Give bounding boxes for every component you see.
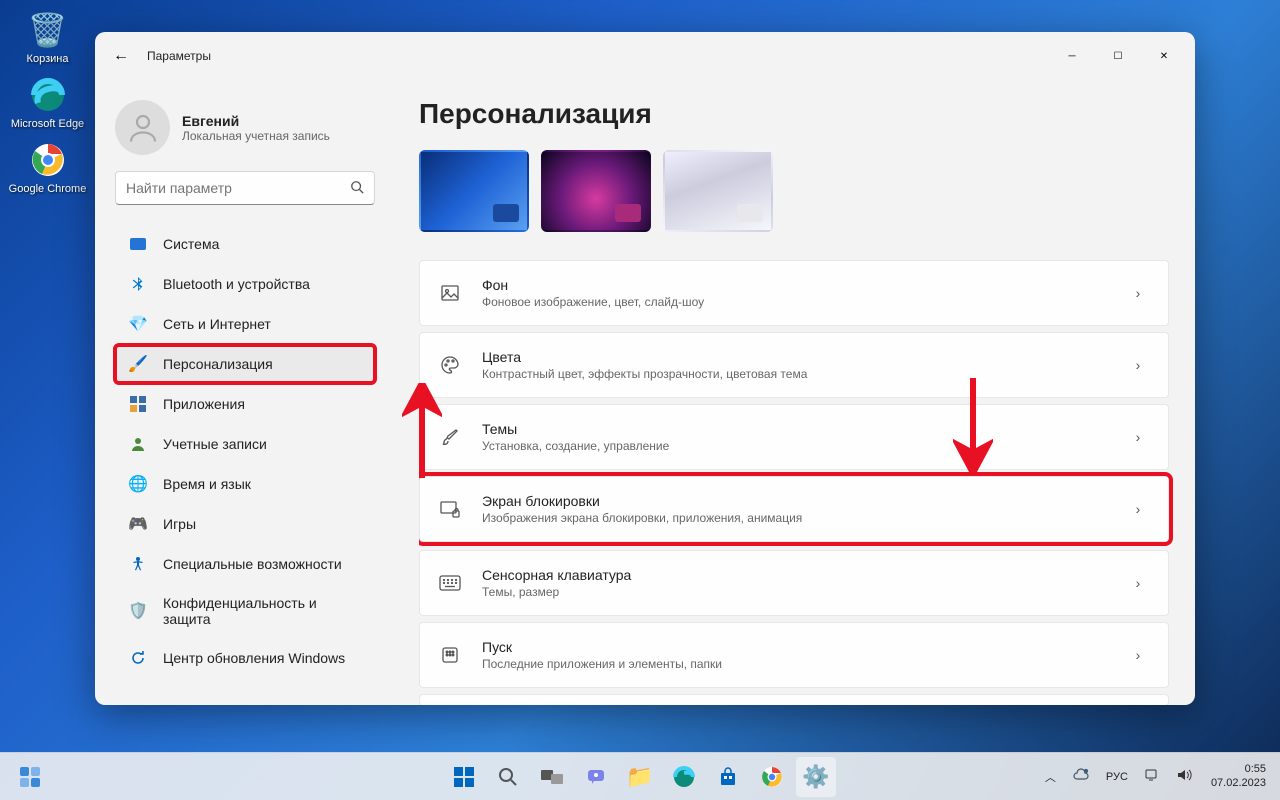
keyboard-icon bbox=[438, 571, 462, 595]
nav-personalization[interactable]: 🖌️ Персонализация bbox=[115, 345, 375, 383]
chrome-label: Google Chrome bbox=[9, 183, 87, 195]
edge-shortcut[interactable]: Microsoft Edge bbox=[0, 75, 95, 130]
chrome-shortcut[interactable]: Google Chrome bbox=[0, 140, 95, 195]
brush-icon bbox=[438, 425, 462, 449]
settings-tb-button[interactable]: ⚙️ bbox=[796, 757, 836, 797]
content-scroll[interactable]: Фон Фоновое изображение, цвет, слайд-шоу… bbox=[419, 150, 1191, 705]
palette-icon bbox=[438, 353, 462, 377]
network-icon: 💎 bbox=[129, 315, 147, 333]
tray-lang[interactable]: РУС bbox=[1101, 769, 1133, 785]
accounts-icon bbox=[129, 435, 147, 453]
sidebar: Евгений Локальная учетная запись Система… bbox=[95, 80, 395, 705]
start-icon bbox=[438, 643, 462, 667]
nav-time[interactable]: 🌐 Время и язык bbox=[115, 465, 375, 503]
user-block[interactable]: Евгений Локальная учетная запись bbox=[103, 92, 387, 171]
chat-button[interactable] bbox=[576, 757, 616, 797]
tray-chevron[interactable]: ︿ bbox=[1040, 767, 1061, 787]
chevron-right-icon: › bbox=[1126, 357, 1150, 373]
card-keyboard[interactable]: Сенсорная клавиатура Темы, размер › bbox=[419, 550, 1169, 616]
edge-tb-button[interactable] bbox=[664, 757, 704, 797]
card-partial[interactable] bbox=[419, 694, 1169, 705]
tray-network[interactable] bbox=[1139, 766, 1165, 787]
avatar bbox=[115, 100, 170, 155]
tray-onedrive[interactable] bbox=[1067, 766, 1095, 787]
nav-bluetooth[interactable]: Bluetooth и устройства bbox=[115, 265, 375, 303]
user-subtitle: Локальная учетная запись bbox=[182, 129, 330, 143]
nav-network[interactable]: 💎 Сеть и Интернет bbox=[115, 305, 375, 343]
chevron-right-icon: › bbox=[1126, 429, 1150, 445]
privacy-icon: 🛡️ bbox=[129, 602, 147, 620]
recycle-bin[interactable]: 🗑️ Корзина bbox=[0, 10, 95, 65]
personalize-icon: 🖌️ bbox=[129, 355, 147, 373]
nav-apps[interactable]: Приложения bbox=[115, 385, 375, 423]
start-button[interactable] bbox=[444, 757, 484, 797]
tray-volume[interactable] bbox=[1171, 766, 1197, 787]
content-area: Персонализация bbox=[395, 80, 1195, 705]
theme-thumbnails bbox=[419, 150, 1169, 232]
nav-gaming[interactable]: 🎮 Игры bbox=[115, 505, 375, 543]
image-icon bbox=[438, 281, 462, 305]
update-icon bbox=[129, 649, 147, 667]
nav-update[interactable]: Центр обновления Windows bbox=[115, 639, 375, 677]
theme-thumb-1[interactable] bbox=[419, 150, 529, 232]
chevron-right-icon: › bbox=[1126, 501, 1150, 517]
maximize-button[interactable]: ☐ bbox=[1095, 40, 1141, 72]
edge-label: Microsoft Edge bbox=[11, 118, 84, 130]
theme-thumb-2[interactable] bbox=[541, 150, 651, 232]
user-name: Евгений bbox=[182, 113, 330, 129]
trash-icon: 🗑️ bbox=[28, 10, 68, 50]
chevron-right-icon: › bbox=[1126, 647, 1150, 663]
search-box[interactable] bbox=[115, 171, 375, 205]
chevron-right-icon: › bbox=[1126, 285, 1150, 301]
chevron-right-icon: › bbox=[1126, 575, 1150, 591]
chrome-tb-button[interactable] bbox=[752, 757, 792, 797]
back-button[interactable]: ← bbox=[103, 38, 139, 74]
chrome-icon bbox=[28, 140, 68, 180]
edge-icon bbox=[28, 75, 68, 115]
card-themes[interactable]: Темы Установка, создание, управление › bbox=[419, 404, 1169, 470]
taskview-button[interactable] bbox=[532, 757, 572, 797]
card-start[interactable]: Пуск Последние приложения и элементы, па… bbox=[419, 622, 1169, 688]
store-button[interactable] bbox=[708, 757, 748, 797]
window-title: Параметры bbox=[147, 49, 211, 63]
page-title: Персонализация bbox=[419, 98, 1191, 130]
search-input[interactable] bbox=[126, 180, 350, 196]
bluetooth-icon bbox=[129, 275, 147, 293]
title-bar: ← Параметры ─ ☐ ✕ bbox=[95, 32, 1195, 80]
theme-thumb-3[interactable] bbox=[663, 150, 773, 232]
nav-system[interactable]: Система bbox=[115, 225, 375, 263]
card-lockscreen[interactable]: Экран блокировки Изображения экрана блок… bbox=[419, 476, 1169, 542]
gaming-icon: 🎮 bbox=[129, 515, 147, 533]
clock[interactable]: 0:55 07.02.2023 bbox=[1203, 763, 1274, 789]
minimize-button[interactable]: ─ bbox=[1049, 40, 1095, 72]
settings-window: ← Параметры ─ ☐ ✕ Евгений Локальная учет… bbox=[95, 32, 1195, 705]
search-icon bbox=[350, 180, 364, 197]
nav-accounts[interactable]: Учетные записи bbox=[115, 425, 375, 463]
explorer-button[interactable]: 📁 bbox=[620, 757, 660, 797]
close-button[interactable]: ✕ bbox=[1141, 40, 1187, 72]
nav-accessibility[interactable]: Специальные возможности bbox=[115, 545, 375, 583]
card-colors[interactable]: Цвета Контрастный цвет, эффекты прозрачн… bbox=[419, 332, 1169, 398]
recycle-label: Корзина bbox=[27, 53, 69, 65]
accessibility-icon bbox=[129, 555, 147, 573]
taskbar: 📁 ⚙️ ︿ РУС 0:55 07.02.2023 bbox=[0, 752, 1280, 800]
nav-privacy[interactable]: 🛡️ Конфиденциальность и защита bbox=[115, 585, 375, 637]
apps-icon bbox=[129, 395, 147, 413]
card-background[interactable]: Фон Фоновое изображение, цвет, слайд-шоу… bbox=[419, 260, 1169, 326]
lockscreen-icon bbox=[438, 497, 462, 521]
search-button[interactable] bbox=[488, 757, 528, 797]
time-icon: 🌐 bbox=[129, 475, 147, 493]
widgets-button[interactable] bbox=[10, 757, 50, 797]
system-icon bbox=[129, 235, 147, 253]
desktop-area: 🗑️ Корзина Microsoft Edge Google Chrome bbox=[0, 0, 95, 205]
